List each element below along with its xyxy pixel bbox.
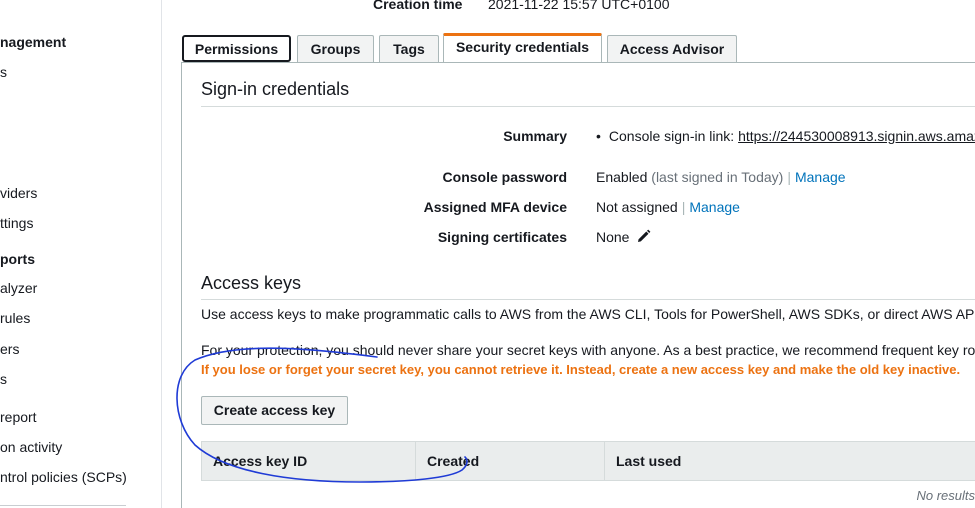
column-access-key-id[interactable]: Access key ID (202, 442, 416, 480)
signing-certificates-status: None (596, 229, 630, 245)
creation-time-label: Creation time (373, 0, 463, 12)
signin-credentials-rule (201, 106, 975, 107)
console-password-value: Enabled (last signed in Today) | Manage (596, 169, 846, 185)
sidebar-item-access-reports-heading: ports (0, 251, 35, 267)
sidebar-item-credential-report[interactable]: report (0, 409, 37, 425)
console-signin-link[interactable]: https://244530008913.signin.aws.amazon.c… (738, 128, 975, 144)
sidebar-item-settings[interactable]: s (0, 371, 7, 387)
tabs-underline (181, 62, 975, 63)
signing-certificates-label: Signing certificates (437, 229, 567, 245)
console-password-label: Console password (442, 169, 567, 185)
create-access-key-button[interactable]: Create access key (201, 396, 348, 425)
summary-label: Summary (503, 128, 567, 144)
access-keys-rule (201, 299, 975, 300)
access-keys-description: Use access keys to make programmatic cal… (201, 306, 975, 322)
left-nav-sidebar: nagement s viders ttings ports alyzer ru… (0, 0, 162, 508)
column-last-used[interactable]: Last used (605, 442, 975, 480)
separator: | (681, 199, 686, 215)
tab-permissions[interactable]: Permissions (182, 35, 291, 62)
sidebar-divider (0, 505, 126, 506)
user-detail-main: Creation time 2021-11-22 15:57 UTC+0100 … (161, 0, 975, 508)
separator: | (787, 169, 791, 185)
secret-key-warning: If you lose or forget your secret key, y… (201, 362, 961, 377)
summary-value: • Console sign-in link: https://244530008… (596, 128, 975, 144)
sidebar-item-users[interactable]: s (0, 64, 7, 80)
sidebar-item-service-control-policies[interactable]: ntrol policies (SCPs) (0, 469, 127, 485)
sidebar-item-analyzers[interactable]: ers (0, 341, 19, 357)
mfa-status: Not assigned (596, 199, 678, 215)
no-results-text: No results (916, 488, 975, 503)
sidebar-item-access-management-heading: nagement (0, 34, 67, 50)
sidebar-item-archive-rules[interactable]: rules (0, 310, 30, 326)
sidebar-item-organization-activity[interactable]: on activity (0, 439, 62, 455)
protection-text: For your protection, you should never sh… (201, 342, 975, 358)
console-password-status: Enabled (596, 169, 648, 185)
bullet-icon: • (596, 128, 601, 144)
access-keys-title: Access keys (201, 273, 302, 293)
mfa-device-label: Assigned MFA device (423, 199, 567, 215)
signin-credentials-title: Sign-in credentials (201, 79, 350, 99)
column-created[interactable]: Created (416, 442, 605, 480)
signin-link-label: Console sign-in link: (608, 128, 739, 144)
manage-password-link[interactable]: Manage (795, 169, 846, 185)
creation-time-value: 2021-11-22 15:57 UTC+0100 (488, 0, 670, 12)
manage-mfa-link[interactable]: Manage (689, 199, 740, 215)
signing-certificates-value: None (596, 229, 651, 247)
tab-tags[interactable]: Tags (379, 35, 439, 62)
tab-access-advisor[interactable]: Access Advisor (607, 35, 737, 62)
tab-groups[interactable]: Groups (297, 35, 374, 62)
sidebar-item-identity-providers[interactable]: viders (0, 185, 37, 201)
sidebar-item-access-analyzer[interactable]: alyzer (0, 280, 37, 296)
mfa-device-value: Not assigned | Manage (596, 199, 740, 215)
sidebar-item-account-settings[interactable]: ttings (0, 215, 33, 231)
last-signed-in-note: (last signed in Today) (651, 169, 784, 185)
access-keys-table-header: Access key ID Created Last used (201, 441, 975, 481)
tab-security-credentials[interactable]: Security credentials (443, 33, 602, 62)
panel-border (181, 62, 182, 508)
pencil-icon[interactable] (636, 229, 651, 247)
